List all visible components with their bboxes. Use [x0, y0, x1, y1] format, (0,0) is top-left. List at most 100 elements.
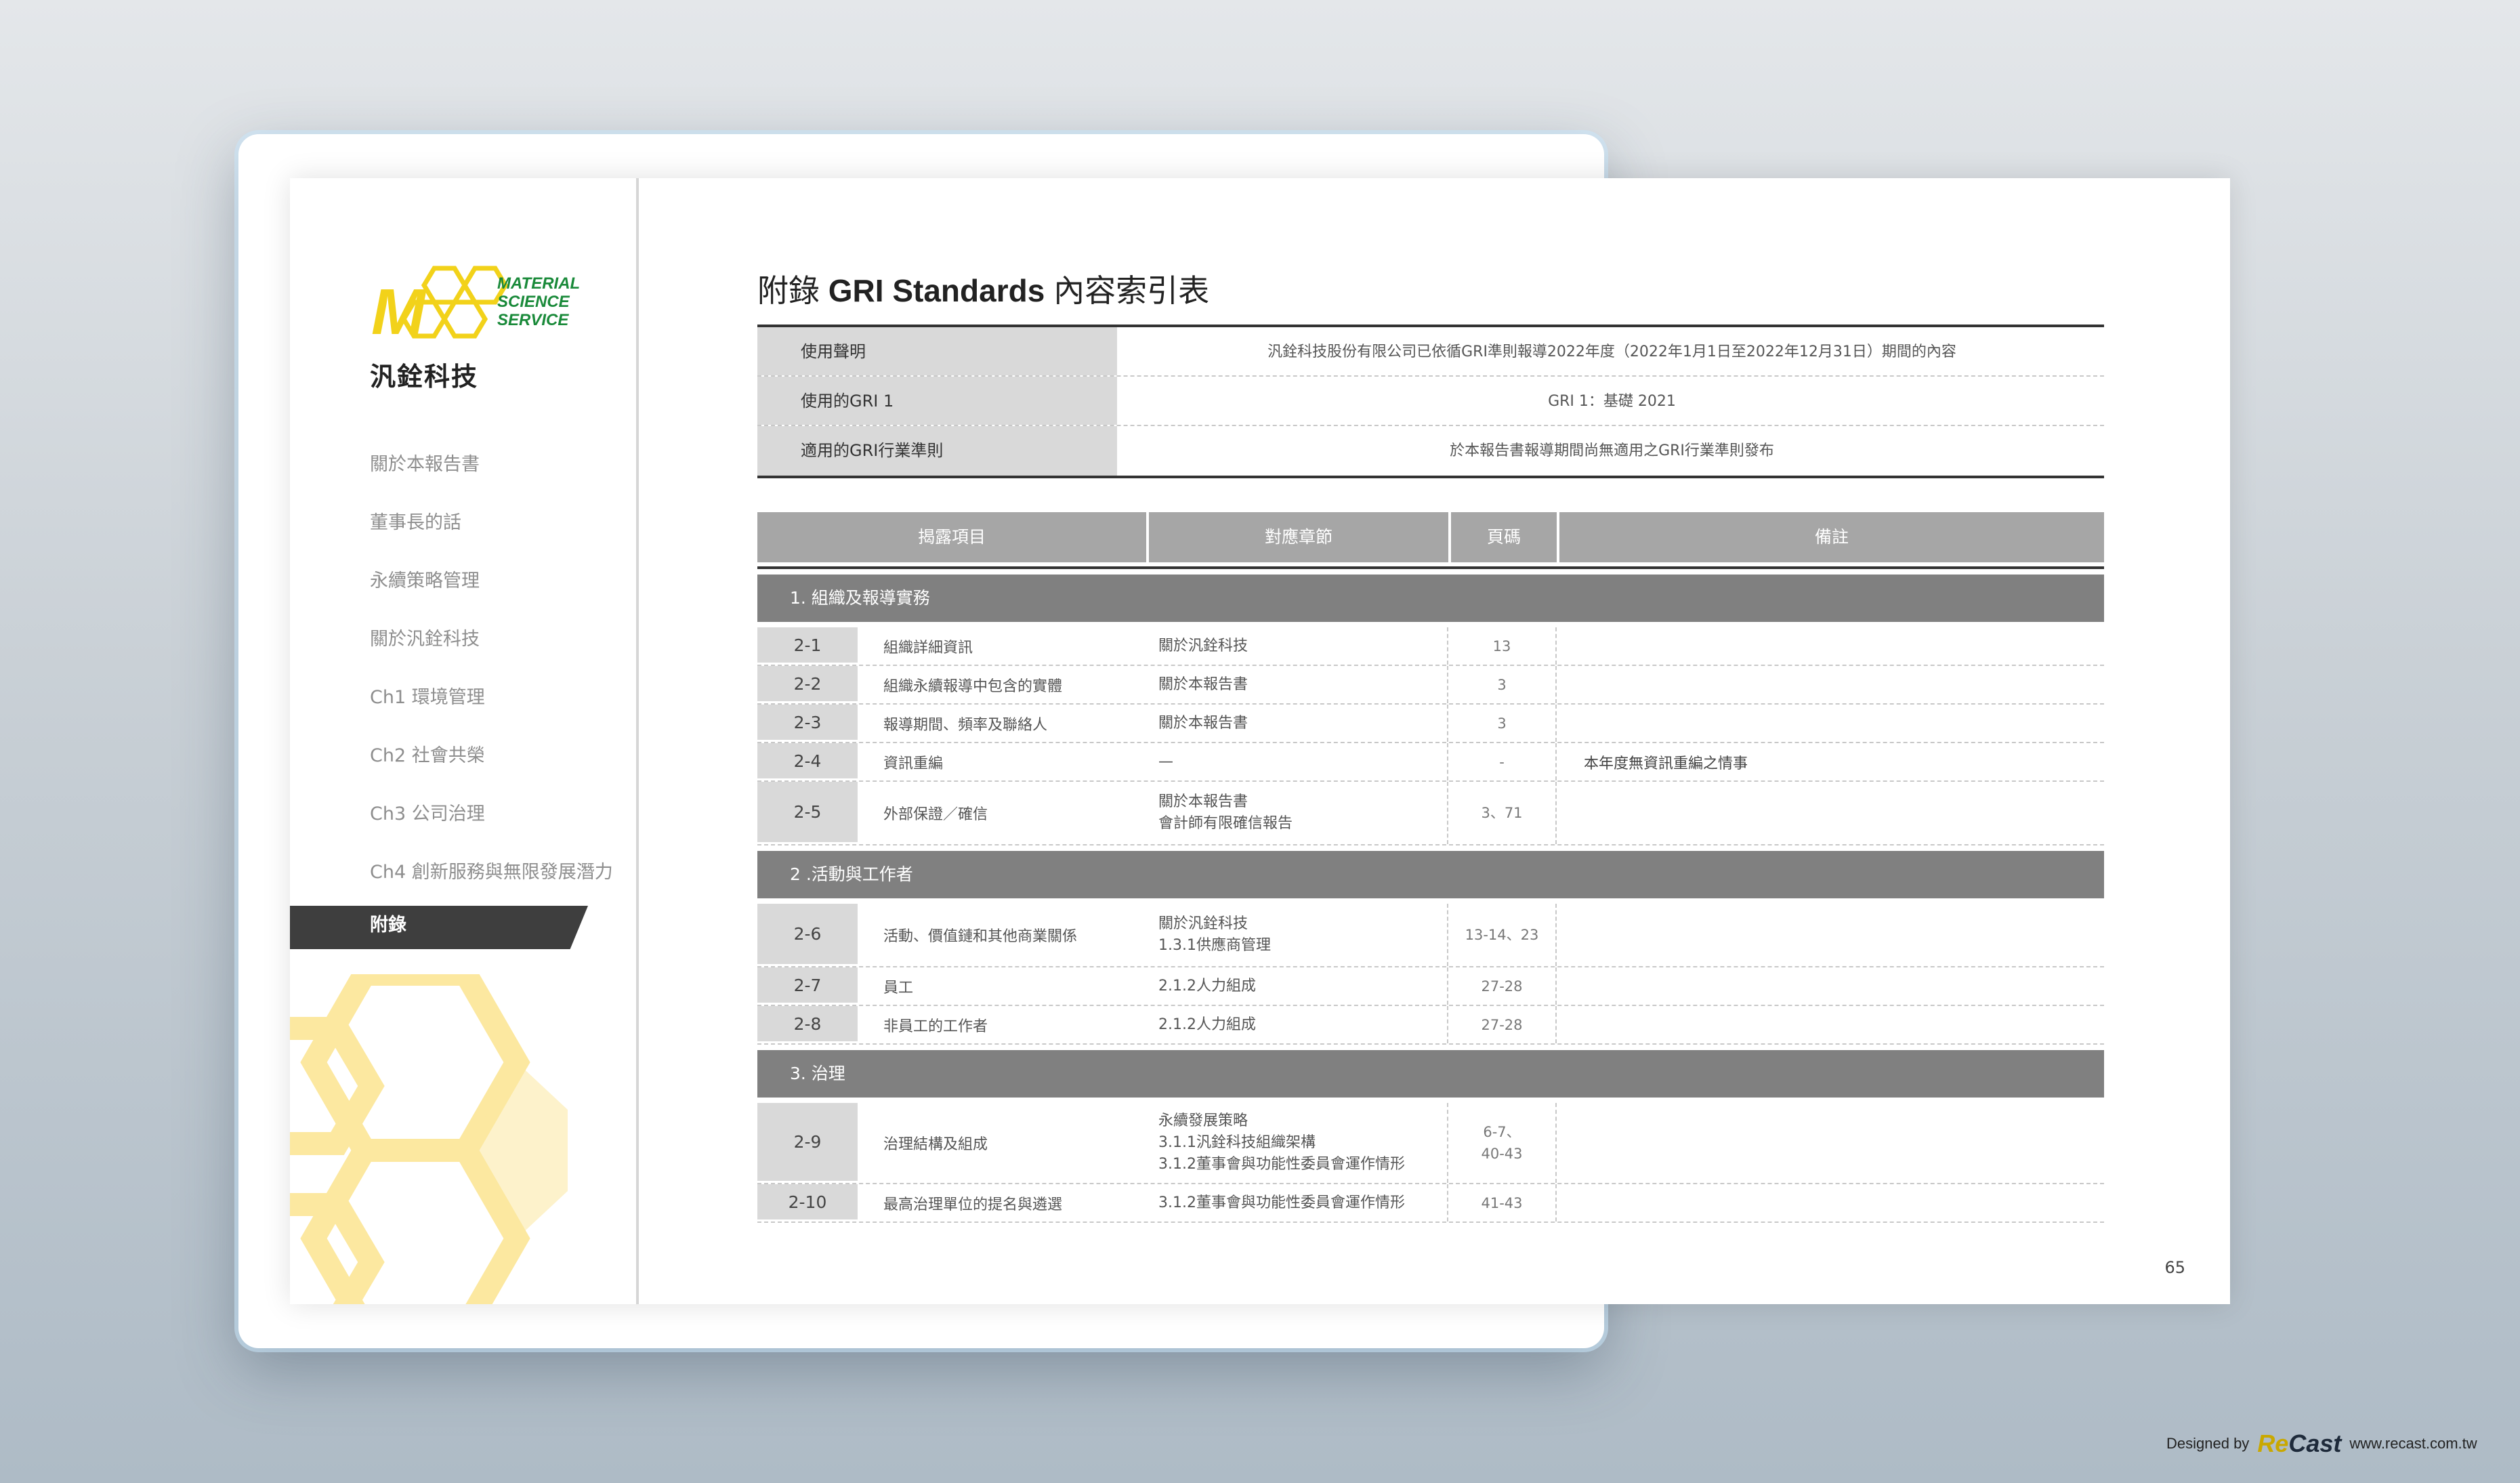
- table-section-header: 1. 組織及報導實務: [757, 575, 2104, 622]
- page-title: 附錄 GRI Standards 內容索引表: [757, 266, 1209, 311]
- table-header: 揭露項目 對應章節 頁碼 備註: [757, 512, 2104, 562]
- section-rows: 2-1 組織詳細資訊 關於汎銓科技 13 2-2 組織永續報導中包含的實體 關於本報告書 3 2…: [757, 627, 2104, 845]
- column-header-item: 揭露項目: [757, 512, 1149, 562]
- header-divider: [757, 562, 2104, 569]
- nav-item-ch3[interactable]: Ch3 公司治理: [290, 785, 639, 843]
- disclosure-number: 2-8: [757, 1006, 858, 1043]
- disclosure-number: 2-7: [757, 967, 858, 1005]
- disclosure-number: 2-3: [757, 705, 858, 742]
- report-page: M MATERIAL SCIENCE SERVICE 汎銓科技 關於本報告書 董…: [290, 178, 2230, 1304]
- table-row: 2-10 最高治理單位的提名與遴選 3.1.2董事會與功能性委員會運作情形 41-43: [757, 1184, 2104, 1223]
- page-ref: 3、71: [1448, 782, 1557, 844]
- nav-item-chairman[interactable]: 董事長的話: [290, 494, 639, 552]
- info-row: 使用的GRI 1 GRI 1：基礎 2021: [757, 377, 2104, 426]
- disclosure-item: 非員工的工作者: [883, 1018, 988, 1035]
- nav-item-ch1[interactable]: Ch1 環境管理: [290, 669, 639, 727]
- info-value: 汎銓科技股份有限公司已依循GRI準則報導2022年度（2022年1月1日至202…: [1267, 343, 1956, 360]
- remark: [1557, 666, 2104, 703]
- table-row: 2-8 非員工的工作者 2.1.2人力組成 27-28: [757, 1006, 2104, 1045]
- gri-index-table: 揭露項目 對應章節 頁碼 備註 1. 組織及報導實務 2-1 組織詳細資訊 關於汎銓科…: [757, 512, 2104, 1223]
- info-row: 使用聲明 汎銓科技股份有限公司已依循GRI準則報導2022年度（2022年1月1…: [757, 327, 2104, 377]
- nav-item-about-report[interactable]: 關於本報告書: [290, 436, 639, 494]
- chapter-ref: 關於本報告書: [1149, 666, 1448, 703]
- page-ref: 3: [1448, 666, 1557, 703]
- disclosure-item: 報導期間、頻率及聯絡人: [883, 716, 1048, 734]
- nav-item-ch2[interactable]: Ch2 社會共榮: [290, 727, 639, 785]
- page-ref: 41-43: [1448, 1184, 1557, 1221]
- page-ref: 27-28: [1448, 967, 1557, 1005]
- table-row: 2-1 組織詳細資訊 關於汎銓科技 13: [757, 627, 2104, 666]
- title-prefix: 附錄: [757, 273, 820, 308]
- column-header-chapter: 對應章節: [1149, 512, 1451, 562]
- disclosure-item: 資訊重編: [883, 755, 944, 772]
- section-rows: 2-6 活動、價值鏈和其他商業關係 關於汎銓科技 1.3.1供應商管理 13-14、2…: [757, 904, 2104, 1045]
- disclosure-item: 員工: [883, 979, 914, 997]
- disclosure-number: 2-2: [757, 666, 858, 703]
- chapter-ref: 永續發展策略 3.1.1汎銓科技組織架構 3.1.2董事會與功能性委員會運作情形: [1149, 1103, 1448, 1183]
- company-logo: M MATERIAL SCIENCE SERVICE: [371, 266, 580, 339]
- disclosure-number: 2-1: [757, 627, 858, 665]
- remark: [1557, 782, 2104, 844]
- remark: [1557, 627, 2104, 665]
- chapter-ref: 關於汎銓科技: [1149, 627, 1448, 665]
- remark: 本年度無資訊重編之情事: [1584, 755, 1748, 772]
- info-label: 適用的GRI行業準則: [757, 426, 1120, 476]
- disclosure-item: 活動、價值鏈和其他商業關係: [883, 928, 1078, 945]
- table-row: 2-4 資訊重編 — - 本年度無資訊重編之情事: [757, 743, 2104, 782]
- table-row: 2-2 組織永續報導中包含的實體 關於本報告書 3: [757, 666, 2104, 705]
- info-row: 適用的GRI行業準則 於本報告書報導期間尚無適用之GRI行業準則發布: [757, 426, 2104, 476]
- table-row: 2-7 員工 2.1.2人力組成 27-28: [757, 967, 2104, 1006]
- remark: [1557, 705, 2104, 742]
- recast-logo: ReCast: [2257, 1429, 2342, 1457]
- remark: [1557, 1006, 2104, 1043]
- chapter-ref: —: [1149, 743, 1448, 780]
- info-value: GRI 1：基礎 2021: [1548, 393, 1676, 410]
- disclosure-number: 2-9: [757, 1103, 858, 1183]
- logo-letter: M: [371, 276, 427, 339]
- nav-item-appendix-label: 附錄: [370, 915, 406, 936]
- section-rows: 2-9 治理結構及組成 永續發展策略 3.1.1汎銓科技組織架構 3.1.2董事會與…: [757, 1103, 2104, 1223]
- info-label: 使用聲明: [757, 327, 1120, 375]
- remark: [1557, 1184, 2104, 1221]
- sidebar-nav: 關於本報告書 董事長的話 永續策略管理 關於汎銓科技 Ch1 環境管理 Ch2 …: [290, 436, 639, 960]
- credit-label: Designed by: [2166, 1435, 2250, 1452]
- disclosure-item: 治理結構及組成: [883, 1136, 988, 1153]
- nav-item-ch4[interactable]: Ch4 創新服務與無限發展潛力: [290, 843, 639, 902]
- table-section-header: 3. 治理: [757, 1050, 2104, 1098]
- chapter-ref: 關於汎銓科技 1.3.1供應商管理: [1149, 904, 1448, 966]
- remark: [1557, 967, 2104, 1005]
- chapter-ref: 關於本報告書: [1149, 705, 1448, 742]
- company-name: 汎銓科技: [370, 362, 479, 392]
- chapter-ref: 2.1.2人力組成: [1149, 1006, 1448, 1043]
- disclosure-number: 2-5: [757, 782, 858, 844]
- page-number: 65: [2164, 1258, 2185, 1277]
- remark: [1557, 1103, 2104, 1183]
- remark: [1557, 904, 2104, 966]
- disclosure-item: 組織詳細資訊: [883, 639, 973, 656]
- credit-url: www.recast.com.tw: [2349, 1435, 2477, 1452]
- disclosure-item: 最高治理單位的提名與遴選: [883, 1196, 1063, 1213]
- nav-item-strategy[interactable]: 永續策略管理: [290, 552, 639, 610]
- info-label: 使用的GRI 1: [757, 377, 1120, 425]
- info-value: 於本報告書報導期間尚無適用之GRI行業準則發布: [1450, 442, 1774, 459]
- svg-text:SCIENCE: SCIENCE: [497, 293, 570, 311]
- title-suffix: 內容索引表: [1053, 273, 1210, 308]
- chapter-ref: 2.1.2人力組成: [1149, 967, 1448, 1005]
- page-ref: -: [1448, 743, 1557, 780]
- usage-statement-table: 使用聲明 汎銓科技股份有限公司已依循GRI準則報導2022年度（2022年1月1…: [757, 325, 2104, 478]
- chapter-ref: 關於本報告書 會計師有限確信報告: [1149, 782, 1448, 844]
- column-header-page: 頁碼: [1451, 512, 1559, 562]
- svg-text:SERVICE: SERVICE: [497, 311, 569, 329]
- nav-item-appendix[interactable]: 附錄: [290, 902, 639, 960]
- nav-item-about-company[interactable]: 關於汎銓科技: [290, 610, 639, 669]
- table-body: 1. 組織及報導實務 2-1 組織詳細資訊 關於汎銓科技 13 2-2 組織永續報導中包含的…: [757, 575, 2104, 1223]
- table-row: 2-6 活動、價值鏈和其他商業關係 關於汎銓科技 1.3.1供應商管理 13-14、2…: [757, 904, 2104, 967]
- disclosure-item: 外部保證／確信: [883, 806, 988, 823]
- disclosure-item: 組織永續報導中包含的實體: [883, 677, 1063, 695]
- chapter-ref: 3.1.2董事會與功能性委員會運作情形: [1149, 1184, 1448, 1221]
- honeycomb-decoration: [290, 974, 568, 1304]
- column-header-note: 備註: [1559, 512, 2104, 562]
- page-ref: 3: [1448, 705, 1557, 742]
- title-bold: GRI Standards: [828, 273, 1045, 308]
- disclosure-number: 2-4: [757, 743, 858, 780]
